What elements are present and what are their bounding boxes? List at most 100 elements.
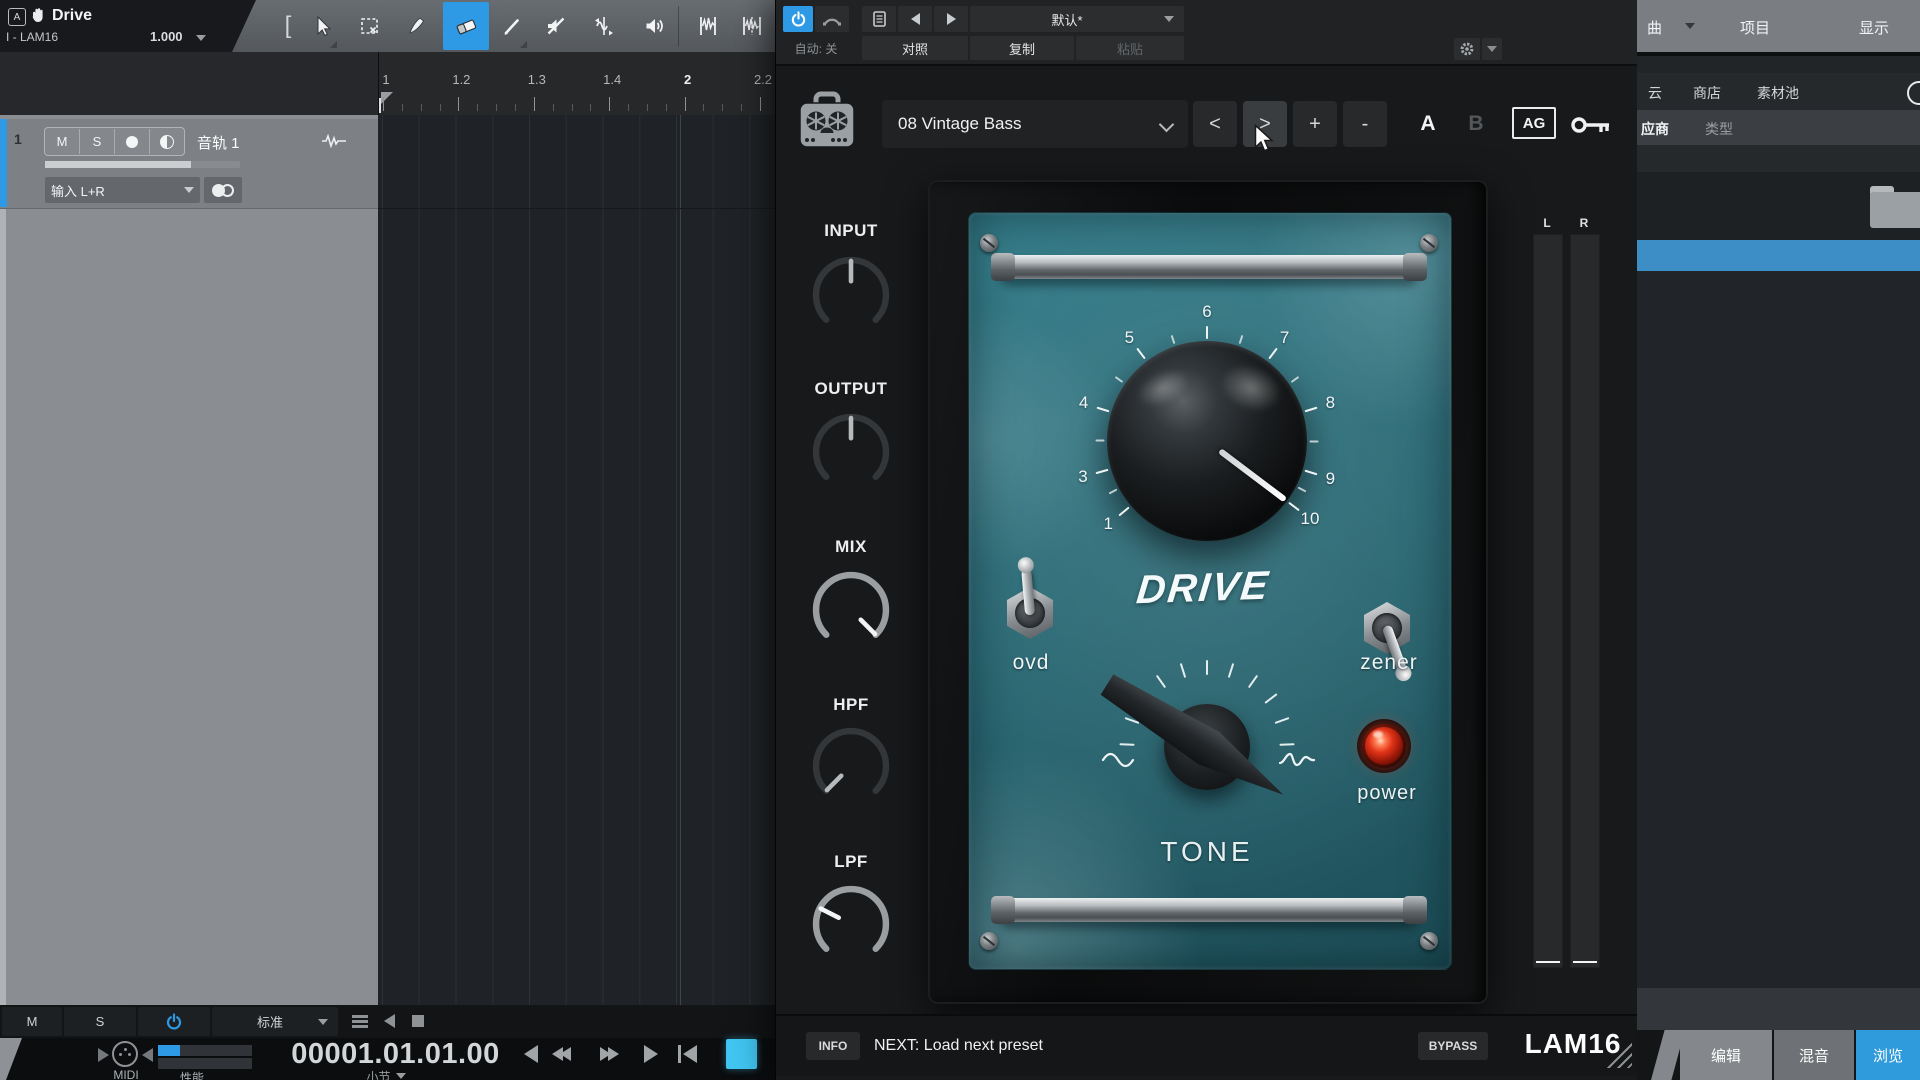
arrange-area[interactable] bbox=[378, 115, 775, 1005]
view-edit-button[interactable]: 编辑 bbox=[1680, 1030, 1772, 1080]
snap-menu-icon[interactable] bbox=[352, 1015, 368, 1028]
time-display[interactable]: 00001.01.01.00 bbox=[268, 1038, 523, 1070]
view-browse-button-active[interactable]: 浏览 bbox=[1856, 1030, 1920, 1080]
range-bracket-tool[interactable]: [ bbox=[276, 2, 300, 50]
stop-small-icon[interactable] bbox=[412, 1015, 424, 1027]
ab-compare-a-button[interactable]: A bbox=[1406, 101, 1450, 147]
plugin-enable-button[interactable] bbox=[783, 6, 813, 32]
tab-show[interactable]: 显示 bbox=[1859, 17, 1889, 38]
ab-global-button[interactable]: AG bbox=[1512, 107, 1556, 139]
output-knob-label: OUTPUT bbox=[791, 378, 911, 400]
tab-project[interactable]: 项目 bbox=[1740, 17, 1770, 38]
track-name[interactable]: 音轨 1 bbox=[197, 132, 240, 153]
lpf-knob[interactable] bbox=[805, 878, 897, 970]
listen-circle-icon[interactable] bbox=[1907, 81, 1920, 105]
paste-button-disabled[interactable]: 粘贴 bbox=[1076, 36, 1184, 60]
arrow-tool[interactable] bbox=[306, 2, 338, 50]
tab-cloud[interactable]: 云 bbox=[1648, 83, 1662, 103]
midi-in-icon bbox=[98, 1048, 109, 1062]
drive-knob[interactable]: 1345678910 bbox=[1057, 291, 1357, 591]
preset-menu-dropdown[interactable]: 默认* bbox=[970, 6, 1184, 32]
track-channel-mode-button[interactable] bbox=[204, 177, 242, 203]
global-solo-button[interactable]: S bbox=[64, 1007, 136, 1036]
preset-menu-label: 默认* bbox=[970, 10, 1164, 29]
rewind-button[interactable] bbox=[552, 1047, 571, 1061]
remove-preset-button[interactable]: - bbox=[1343, 101, 1387, 147]
plugin-window: 自动: 关 默认* 对照 复制 粘贴 bbox=[775, 0, 1639, 1080]
info-button[interactable]: INFO bbox=[806, 1032, 860, 1060]
paint-tool[interactable] bbox=[496, 2, 528, 50]
drive-scale-number: 1 bbox=[1091, 514, 1125, 534]
performance-meter-top[interactable] bbox=[158, 1045, 252, 1056]
key-lock-icon[interactable] bbox=[1570, 112, 1614, 138]
drive-scale-number: 8 bbox=[1313, 393, 1347, 413]
selected-browser-row[interactable] bbox=[1637, 240, 1920, 271]
timeline-ruler[interactable]: 11.21.31.422.2 bbox=[378, 52, 776, 116]
filter-vendor[interactable]: 应商 bbox=[1641, 119, 1669, 139]
filter-type[interactable]: 类型 bbox=[1705, 119, 1733, 139]
global-mute-button[interactable]: M bbox=[2, 1007, 62, 1036]
view-mix-button[interactable]: 混音 bbox=[1774, 1030, 1854, 1080]
track-row[interactable]: 1 M S 音轨 1 输入 L+R bbox=[0, 119, 378, 209]
track-input-select[interactable]: 输入 L+R bbox=[45, 177, 200, 203]
performance-meter-bottom[interactable] bbox=[158, 1058, 252, 1069]
preset-file-button[interactable] bbox=[862, 6, 896, 32]
midi-connector-icon[interactable] bbox=[112, 1041, 138, 1067]
bypass-button[interactable]: BYPASS bbox=[1418, 1032, 1488, 1060]
split-tool[interactable] bbox=[401, 2, 433, 50]
plugin-settings-button[interactable] bbox=[1454, 38, 1480, 60]
play-button[interactable] bbox=[644, 1045, 658, 1063]
compare-button[interactable]: 对照 bbox=[862, 36, 968, 60]
tab-pool[interactable]: 素材池 bbox=[1757, 83, 1799, 103]
range-select-tool[interactable] bbox=[354, 2, 386, 50]
add-preset-button[interactable]: + bbox=[1293, 101, 1337, 147]
prev-preset-header-button[interactable] bbox=[898, 6, 932, 32]
speed-value[interactable]: 1.000 bbox=[150, 29, 183, 44]
zener-toggle[interactable] bbox=[1364, 602, 1410, 654]
tracklist-header: i + bbox=[0, 52, 378, 116]
copy-button[interactable]: 复制 bbox=[970, 36, 1074, 60]
output-knob[interactable] bbox=[805, 406, 897, 498]
mix-knob[interactable] bbox=[805, 564, 897, 656]
mute-tool[interactable] bbox=[540, 2, 572, 50]
folder-icon[interactable] bbox=[1870, 192, 1920, 228]
hand-tool-icon bbox=[29, 6, 47, 24]
song-dropdown-icon[interactable] bbox=[1685, 23, 1695, 29]
time-unit-label: 小节 bbox=[366, 1068, 390, 1080]
track-monitor-button[interactable] bbox=[150, 129, 184, 154]
automation-power-button[interactable] bbox=[138, 1007, 210, 1036]
plugin-automation-button[interactable] bbox=[815, 6, 849, 32]
input-knob[interactable] bbox=[805, 249, 897, 341]
listen-tool[interactable] bbox=[638, 2, 670, 50]
snap-mode-select[interactable]: 标准 bbox=[212, 1007, 338, 1036]
step-back-button[interactable] bbox=[524, 1045, 538, 1063]
next-preset-header-button[interactable] bbox=[934, 6, 968, 32]
track-volume-slider[interactable] bbox=[45, 161, 240, 168]
audio-bend-tool[interactable] bbox=[692, 2, 724, 50]
screw-bottom-right bbox=[1420, 932, 1438, 950]
return-to-start-button[interactable] bbox=[678, 1045, 697, 1063]
timestretch-tool[interactable] bbox=[736, 2, 768, 50]
speed-dropdown-icon[interactable] bbox=[196, 35, 206, 41]
hpf-knob[interactable] bbox=[805, 720, 897, 812]
tab-song[interactable]: 曲 bbox=[1647, 17, 1662, 38]
ab-compare-b-button[interactable]: B bbox=[1454, 101, 1498, 147]
track-record-button[interactable] bbox=[115, 129, 150, 154]
plugin-settings-arrow[interactable] bbox=[1482, 38, 1502, 60]
meter-right-label: R bbox=[1570, 216, 1598, 230]
eraser-tool-selected[interactable] bbox=[443, 2, 489, 50]
bend-tool[interactable] bbox=[588, 2, 620, 50]
track-solo-button[interactable]: S bbox=[80, 129, 115, 154]
time-unit-select[interactable]: 小节 bbox=[340, 1070, 432, 1080]
preset-name-dropdown[interactable]: 08 Vintage Bass bbox=[882, 100, 1188, 148]
stop-button-active[interactable] bbox=[726, 1039, 757, 1069]
performance-fill bbox=[158, 1045, 180, 1056]
prev-preset-button[interactable]: < bbox=[1193, 101, 1237, 147]
automation-status[interactable]: 自动: 关 bbox=[781, 36, 851, 60]
fast-forward-button[interactable] bbox=[600, 1047, 619, 1061]
tab-shop[interactable]: 商店 bbox=[1693, 83, 1721, 103]
power-led bbox=[1357, 719, 1411, 773]
nudge-left-icon[interactable] bbox=[384, 1014, 395, 1028]
ovd-toggle[interactable] bbox=[1007, 587, 1053, 639]
track-mute-button[interactable]: M bbox=[45, 129, 80, 154]
